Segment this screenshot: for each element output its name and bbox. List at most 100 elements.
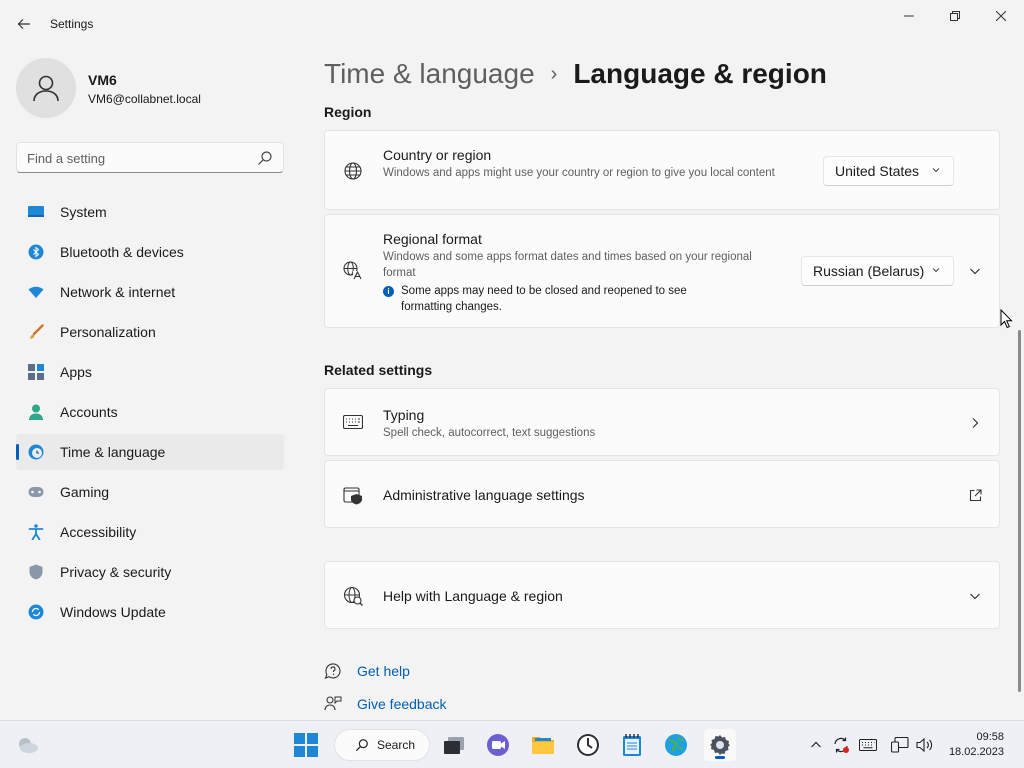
- bluetooth-icon: [28, 244, 44, 260]
- breadcrumb-parent[interactable]: Time & language: [324, 58, 535, 90]
- typing-description: Spell check, autocorrect, text suggestio…: [383, 427, 596, 439]
- sidebar-item-windows-update[interactable]: Windows Update: [16, 594, 284, 630]
- gear-icon: [710, 735, 730, 755]
- show-hidden-icons-button[interactable]: [806, 735, 826, 755]
- sidebar-nav: System Bluetooth & devices Network & int…: [16, 194, 284, 634]
- settings-window: Settings VM6 VM6@collabnet.local Find a …: [0, 0, 1024, 720]
- sidebar-item-label: Time & language: [60, 444, 166, 460]
- regional-format-description: Windows and some apps format dates and t…: [383, 251, 752, 279]
- clock-icon: [577, 734, 599, 756]
- get-help-icon: [324, 662, 342, 680]
- volume-tray-button[interactable]: [915, 735, 935, 755]
- help-language-region-card[interactable]: Help with Language & region: [324, 561, 1000, 629]
- breadcrumb: Time & language › Language & region: [324, 58, 827, 90]
- globe-icon: [343, 161, 363, 181]
- related-settings-title: Related settings: [324, 362, 433, 378]
- maximize-button[interactable]: [932, 4, 978, 28]
- regional-format-card[interactable]: Regional format Windows and some apps fo…: [324, 214, 1000, 328]
- keyboard-tray-button[interactable]: [858, 735, 878, 755]
- sidebar-item-label: Accounts: [60, 404, 118, 420]
- page-title: Language & region: [573, 58, 827, 89]
- sidebar-item-label: Windows Update: [60, 604, 166, 620]
- back-button[interactable]: [12, 12, 36, 36]
- sidebar-item-personalization[interactable]: Personalization: [16, 314, 284, 350]
- minimize-button[interactable]: [886, 4, 932, 28]
- sidebar-item-bluetooth[interactable]: Bluetooth & devices: [16, 234, 284, 270]
- weather-widget[interactable]: [12, 729, 44, 761]
- shield-icon: [28, 564, 44, 580]
- typing-title: Typing: [383, 407, 425, 423]
- close-button[interactable]: [978, 4, 1024, 28]
- user-profile[interactable]: VM6 VM6@collabnet.local: [16, 58, 286, 118]
- regional-format-select[interactable]: Russian (Belarus): [801, 256, 954, 286]
- teams-chat-button[interactable]: [482, 729, 514, 761]
- language-format-icon: [343, 261, 363, 281]
- sidebar-item-label: Privacy & security: [60, 564, 172, 580]
- sidebar-item-gaming[interactable]: Gaming: [16, 474, 284, 510]
- notepad-icon: [623, 734, 641, 756]
- globe-app-icon: [665, 734, 687, 756]
- sidebar-item-privacy[interactable]: Privacy & security: [16, 554, 284, 590]
- sync-tray-button[interactable]: [831, 735, 851, 755]
- active-app-indicator: [715, 756, 725, 759]
- network-tray-button[interactable]: [890, 735, 910, 755]
- settings-taskbar-button[interactable]: [704, 729, 736, 761]
- taskbar-search-button[interactable]: Search: [334, 729, 430, 761]
- notepad-button[interactable]: [616, 729, 648, 761]
- regional-format-value: Russian (Belarus): [813, 263, 925, 279]
- mouse-cursor-icon: [1000, 309, 1013, 329]
- search-icon: [355, 739, 368, 752]
- search-input[interactable]: Find a setting: [16, 142, 284, 173]
- task-view-icon: [444, 737, 464, 754]
- admin-shield-icon: [343, 485, 363, 505]
- user-name: VM6: [88, 72, 117, 88]
- chevron-down-icon: [932, 168, 940, 173]
- get-help-link[interactable]: Get help: [324, 662, 410, 680]
- active-indicator: [16, 444, 19, 460]
- expand-chevron-icon[interactable]: [967, 263, 983, 279]
- clock-date: 18.02.2023: [948, 746, 1004, 758]
- region-section-title: Region: [324, 104, 372, 120]
- admin-language-card[interactable]: Administrative language settings: [324, 460, 1000, 528]
- country-region-card: Country or region Windows and apps might…: [324, 130, 1000, 210]
- typing-card[interactable]: Typing Spell check, autocorrect, text su…: [324, 388, 1000, 456]
- sidebar-item-accounts[interactable]: Accounts: [16, 394, 284, 430]
- admin-language-title: Administrative language settings: [383, 487, 585, 503]
- taskbar: Search 09:58 18.02.2023: [0, 720, 1024, 768]
- sidebar-item-time-language[interactable]: Time & language: [16, 434, 284, 470]
- sidebar-item-network[interactable]: Network & internet: [16, 274, 284, 310]
- regional-format-title: Regional format: [383, 231, 482, 247]
- network-icon: [891, 737, 909, 753]
- sidebar-item-label: Apps: [60, 364, 92, 380]
- country-region-select[interactable]: United States: [823, 156, 954, 186]
- info-icon: i: [383, 286, 394, 297]
- system-icon: [28, 204, 44, 220]
- start-button[interactable]: [290, 729, 322, 761]
- title-bar: Settings: [0, 0, 1024, 48]
- chevron-up-icon: [811, 741, 821, 748]
- help-language-region-title: Help with Language & region: [383, 588, 563, 604]
- chevron-down-icon: [932, 268, 940, 273]
- sidebar-item-system[interactable]: System: [16, 194, 284, 230]
- app-title: Settings: [50, 17, 94, 31]
- task-view-button[interactable]: [438, 729, 470, 761]
- country-region-description: Windows and apps might use your country …: [383, 167, 775, 179]
- maps-globe-button[interactable]: [660, 729, 692, 761]
- sidebar-item-label: Bluetooth & devices: [60, 244, 184, 260]
- clock-app-button[interactable]: [572, 729, 604, 761]
- taskbar-clock[interactable]: 09:58 18.02.2023: [948, 730, 1004, 760]
- file-explorer-button[interactable]: [527, 729, 559, 761]
- keyboard-icon: [343, 412, 363, 432]
- scrollbar[interactable]: [1018, 330, 1021, 692]
- accessibility-icon: [28, 524, 44, 540]
- give-feedback-link[interactable]: Give feedback: [324, 695, 447, 713]
- sidebar-item-label: Network & internet: [60, 284, 176, 300]
- sync-icon: [834, 737, 849, 753]
- country-region-value: United States: [835, 163, 920, 179]
- chevron-right-icon: [967, 415, 983, 431]
- chevron-down-icon[interactable]: [967, 588, 983, 604]
- sidebar-item-accessibility[interactable]: Accessibility: [16, 514, 284, 550]
- update-icon: [28, 604, 44, 620]
- sidebar-item-apps[interactable]: Apps: [16, 354, 284, 390]
- apps-icon: [28, 364, 44, 380]
